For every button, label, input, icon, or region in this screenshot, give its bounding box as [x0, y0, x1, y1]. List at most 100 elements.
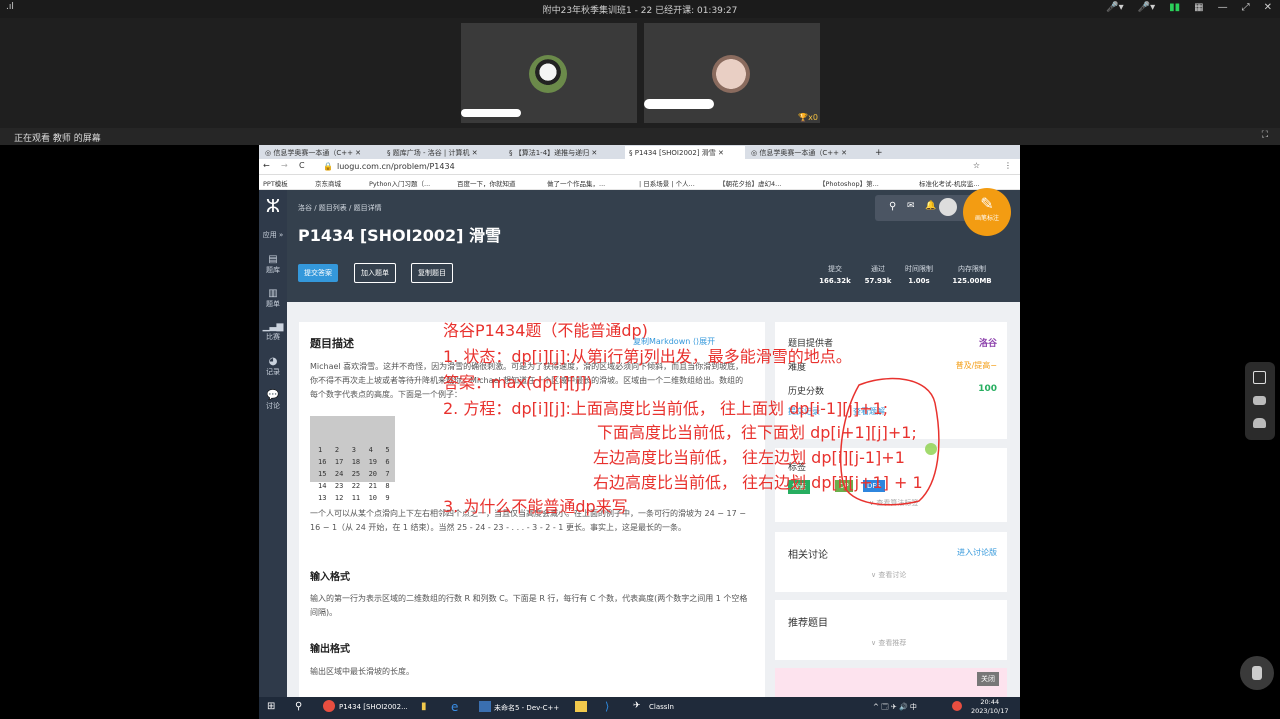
speaker-icon[interactable]: 🎤▾	[1138, 2, 1155, 13]
meeting-titlebar: .ıl 附中23年秋季集训班1 - 22 已经开课: 01:39:27 🎤▾ 🎤…	[0, 0, 1280, 18]
annotation-line: 洛谷P1434题（不能普通dp)	[443, 321, 648, 340]
search-icon[interactable]: ⚲	[295, 701, 302, 712]
avatar	[529, 55, 567, 93]
input-text: 输入的第一行为表示区域的二维数组的行数 R 和列数 C。下面是 R 行，每行有 …	[310, 594, 748, 617]
camera-icon[interactable]: ▮▮	[1169, 2, 1180, 13]
mic-icon[interactable]: 🎤▾	[1106, 2, 1123, 13]
minimize-button[interactable]: —	[1218, 2, 1228, 13]
provider-value[interactable]: 洛谷	[979, 336, 997, 349]
reload-icon[interactable]: C	[299, 161, 305, 170]
files-icon[interactable]: ▮	[421, 701, 427, 712]
start-icon[interactable]: ⊞	[267, 701, 275, 712]
browser-tab[interactable]: § 【算法1-4】递推与递归 ✕	[505, 146, 625, 159]
browser-tab-active[interactable]: § P1434 [SHOI2002] 滑雪 ✕	[625, 146, 745, 159]
system-tray[interactable]: ^ 🗔 ✈ 🔊 中	[873, 702, 917, 714]
taskbar-item[interactable]: 未命名5 - Dev-C++	[494, 703, 559, 713]
clock[interactable]: 20:44 2023/10/17	[971, 698, 1008, 716]
discussion-link[interactable]: 进入讨论版	[957, 547, 997, 558]
browser-tabbar: ◎ 信息学奥赛一本通（C++ ✕ § 题库广场 - 洛谷 | 计算机 ✕ § 【…	[259, 145, 1020, 159]
annotation-line: 1. 状态：dp[i][j]:从第i行第j列出发，最多能滑雪的地点。	[443, 347, 852, 366]
vscode-icon[interactable]: ⟩	[605, 700, 609, 713]
search-icon[interactable]: ⚲	[889, 201, 896, 212]
trophy-badge: 🏆x0	[798, 113, 818, 122]
taskbar-item[interactable]: P1434 [SHOI2002...	[339, 703, 408, 711]
luogu-sidebar: ⵣ 应用 » ▤ 题库 ▥ 题单 ▁▃▆ 比赛 ◕ 记录 💬 讨论	[259, 190, 287, 700]
history-value: 100	[978, 384, 997, 394]
bookmark-item[interactable]: 做了一个作品集，...	[547, 178, 605, 188]
address-bar: ← → C 🔒 luogu.com.cn/problem/P1434 ☆ ⋮	[259, 159, 1020, 175]
url-field[interactable]: luogu.com.cn/problem/P1434	[337, 162, 455, 171]
shared-screen: ◎ 信息学奥赛一本通（C++ ✕ § 题库广场 - 洛谷 | 计算机 ✕ § 【…	[259, 145, 1020, 719]
sidebar-item-contests[interactable]: ▁▃▆ 比赛	[259, 322, 287, 342]
recommend-more[interactable]: ∨ 查看推荐	[871, 638, 906, 648]
side-toolbar	[1245, 362, 1275, 440]
bookmark-item[interactable]: PPT模板	[263, 178, 288, 188]
submit-button[interactable]: 提交答案	[298, 264, 338, 282]
bell-icon[interactable]: 🔔	[925, 201, 936, 211]
bookmark-item[interactable]: 京东商城	[315, 178, 341, 188]
recommend-heading: 推荐题目	[788, 618, 828, 629]
antivirus-icon	[952, 701, 962, 711]
add-to-list-button[interactable]: 加入题单	[354, 263, 396, 283]
browser-tab[interactable]: ◎ 信息学奥赛一本通（C++ ✕	[747, 146, 867, 159]
participant-name-redacted	[461, 109, 637, 121]
sidebar-item-lists[interactable]: ▥ 题单	[259, 288, 287, 309]
layout-icon[interactable]: ▦	[1194, 2, 1203, 13]
edit-icon[interactable]	[1253, 371, 1266, 384]
browser-tab[interactable]: ◎ 信息学奥赛一本通（C++ ✕	[261, 146, 381, 159]
bookmark-item[interactable]: | 日系场景 | 个人...	[639, 178, 695, 188]
users-icon[interactable]	[1253, 418, 1266, 428]
output-text: 输出区域中最长滑坡的长度。	[310, 667, 414, 676]
new-tab-button[interactable]: +	[871, 146, 885, 159]
browser-tab[interactable]: § 题库广场 - 洛谷 | 计算机 ✕	[383, 146, 503, 159]
discussion-more[interactable]: ∨ 查看讨论	[871, 570, 906, 580]
luogu-logo-icon[interactable]: ⵣ	[259, 196, 287, 217]
participant-name-redacted	[644, 99, 820, 121]
discussion-card: 相关讨论 进入讨论版 ∨ 查看讨论	[775, 532, 1007, 592]
edge-icon[interactable]: e	[451, 700, 458, 714]
video-strip: 🏆x0	[0, 18, 1280, 128]
star-icon[interactable]: ☆	[973, 161, 980, 170]
lock-icon: 🔒	[323, 162, 333, 171]
bookmark-item[interactable]: 【朝花夕拾】虚幻4...	[719, 178, 781, 188]
close-ad-button[interactable]: 关闭	[977, 672, 999, 686]
close-button[interactable]: ✕	[1264, 2, 1272, 13]
avatar[interactable]	[939, 198, 957, 216]
page-title: P1434 [SHOI2002] 滑雪	[298, 226, 502, 245]
video-tile-1[interactable]	[461, 23, 637, 123]
annotation-line: 答案：max(dp[i][j])	[443, 373, 593, 392]
menu-icon[interactable]: ⋮	[1004, 161, 1012, 170]
sidebar-item-discuss[interactable]: 💬 讨论	[259, 390, 287, 411]
bookmark-item[interactable]: 标准化考试-机房监...	[919, 178, 980, 188]
sidebar-item-problems[interactable]: ▤ 题库	[259, 254, 287, 275]
sidebar-item-apps[interactable]: 应用 »	[259, 230, 287, 240]
forward-icon[interactable]: →	[281, 161, 288, 170]
taskbar-item[interactable]: ClassIn	[649, 703, 674, 711]
copy-problem-button[interactable]: 复制题目	[411, 263, 453, 283]
fullscreen-icon[interactable]: ⛶	[1262, 130, 1268, 140]
pointer-highlight	[925, 443, 937, 455]
annotate-button[interactable]: ✎ 画笔标注	[963, 188, 1011, 236]
video-tile-2[interactable]: 🏆x0	[644, 23, 820, 123]
output-heading: 输出格式	[310, 644, 350, 655]
bookmark-item[interactable]: Python入门习题（...	[369, 178, 430, 188]
annotation-line: 2. 方程：dp[i][j]:上面高度比当前低， 往上面划 dp[i-1][j]…	[443, 399, 889, 418]
maximize-button[interactable]: ⤢	[1242, 2, 1250, 13]
difficulty-value: 普及/提高−	[955, 361, 997, 370]
mail-icon[interactable]: ✉	[907, 201, 915, 211]
classin-icon: ✈	[633, 701, 641, 711]
breadcrumb: 洛谷 / 题目列表 / 题目详情	[298, 204, 382, 212]
bookmark-item[interactable]: 百度一下，你就知道	[457, 178, 516, 188]
input-heading: 输入格式	[310, 572, 350, 583]
stat-memory-limit: 内存限制 125.00MB	[952, 265, 992, 285]
sidebar-item-records[interactable]: ◕ 记录	[259, 356, 287, 377]
avatar	[712, 55, 750, 93]
back-icon[interactable]: ←	[263, 161, 270, 170]
chrome-icon	[323, 700, 335, 712]
meeting-title: 附中23年秋季集训班1 - 22 已经开课: 01:39:27	[542, 6, 738, 16]
explorer-icon[interactable]	[575, 701, 587, 712]
stat-submit: 提交 166.32k	[819, 265, 851, 285]
bookmark-item[interactable]: 【Photoshop】第...	[819, 178, 879, 188]
raise-hand-button[interactable]	[1240, 656, 1274, 690]
chat-icon[interactable]	[1253, 396, 1266, 405]
